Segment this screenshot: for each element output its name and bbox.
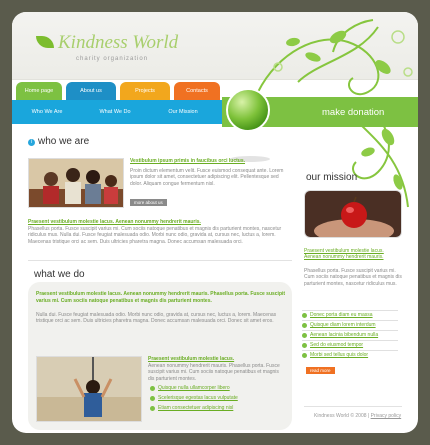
leaf-icon — [36, 36, 54, 48]
globe-icon — [226, 88, 270, 132]
who-we-are-title: who we are — [38, 136, 90, 147]
sub-nav: Who We Are What We Do Our Mission — [12, 100, 222, 124]
what-we-do-bullet[interactable]: Scelerisque egestas lacus vulputate — [158, 395, 238, 401]
what-we-do-item-link[interactable]: Praesent vestibulum molestie lacus. — [148, 356, 234, 362]
subnav-what-we-do[interactable]: What We Do — [84, 100, 146, 124]
read-more-button[interactable]: read more — [306, 367, 335, 374]
mission-item-link[interactable]: Donec porta diam eu massa — [310, 312, 373, 318]
who-we-are-link[interactable]: Praesent vestibulum molestie lacus. Aene… — [28, 219, 201, 225]
privacy-policy-link[interactable]: Privacy policy — [371, 413, 402, 419]
bullet-icon — [302, 343, 307, 348]
info-icon: i — [28, 139, 35, 146]
what-we-do-title: what we do — [34, 269, 85, 280]
mission-list-item: Morbi sed tellus quis dolor — [302, 350, 398, 359]
who-we-are-side-text: Proin dictum elementum velit. Fusce euis… — [130, 168, 284, 187]
footer-divider — [304, 406, 402, 407]
child-photo — [36, 356, 142, 422]
mission-body: Phasellus porta. Fusce suscipit varius m… — [304, 268, 402, 287]
divider — [28, 260, 292, 261]
main-nav: Home page About us Projects Contacts — [12, 82, 222, 100]
mission-list-item: Sed do eiusmod tempor — [302, 340, 398, 349]
mission-item-link[interactable]: Sed do eiusmod tempor — [310, 342, 363, 348]
nav-contacts[interactable]: Contacts — [174, 82, 220, 100]
mission-title: our mission — [306, 172, 358, 183]
mission-list-item: Aenean lacinia bibendum nulla — [302, 330, 398, 339]
footer: Kindness World © 2008 | Privacy policy — [314, 413, 401, 419]
footer-copyright: Kindness World © 2008 | — [314, 413, 370, 419]
mission-photo — [304, 190, 402, 238]
bullet-icon — [302, 323, 307, 328]
nav-about[interactable]: About us — [66, 82, 116, 100]
family-photo-image — [29, 159, 123, 207]
subnav-who-we-are[interactable]: Who We Are — [16, 100, 78, 124]
page: Kindness World charity organization Home… — [12, 12, 418, 433]
make-donation-button[interactable]: make donation — [322, 107, 384, 118]
bullet-icon — [302, 313, 307, 318]
nav-projects[interactable]: Projects — [120, 82, 170, 100]
mission-list-item: Donec porta diam eu massa — [302, 310, 398, 319]
what-we-do-bullet[interactable]: Quisque nulla ullamcorper libero — [158, 385, 230, 391]
mission-link[interactable]: Praesent vestibulum molestie lacus. Aene… — [304, 248, 402, 261]
family-photo — [28, 158, 124, 208]
apple-photo-image — [305, 191, 401, 237]
more-about-us-button[interactable]: more about us — [130, 199, 167, 206]
mission-item-link[interactable]: Morbi sed tellus quis dolor — [310, 352, 368, 358]
logo-subtitle: charity organization — [76, 56, 149, 62]
who-we-are-body: Phasellus porta. Fusce suscipit varius m… — [28, 226, 282, 245]
who-we-are-lead[interactable]: Vestibulum ipsum primis in faucibus orci… — [130, 158, 245, 164]
mission-item-link[interactable]: Aenean lacinia bibendum nulla — [310, 332, 378, 338]
nav-home[interactable]: Home page — [16, 82, 62, 100]
mission-item-link[interactable]: Quisque diam lorem interdum — [310, 322, 376, 328]
bullet-icon — [150, 406, 155, 411]
bullet-icon — [150, 386, 155, 391]
what-we-do-bullet[interactable]: Etiam consectetuer adipiscing nisl — [158, 405, 233, 411]
bullet-icon — [302, 353, 307, 358]
bullet-icon — [150, 396, 155, 401]
bullet-icon — [302, 333, 307, 338]
what-we-do-body: Nulla dui. Fusce feugiat malesuada odio.… — [36, 312, 277, 325]
what-we-do-lead: Praesent vestibulum molestie lacus. Aene… — [36, 291, 286, 304]
mission-list-item: Quisque diam lorem interdum — [302, 320, 398, 329]
subnav-our-mission[interactable]: Our Mission — [152, 100, 214, 124]
logo-title: Kindness World — [58, 32, 179, 53]
what-we-do-item-text: Aenean nonummy hendrerit mauris. Phasell… — [148, 363, 280, 382]
child-photo-image — [37, 357, 141, 421]
